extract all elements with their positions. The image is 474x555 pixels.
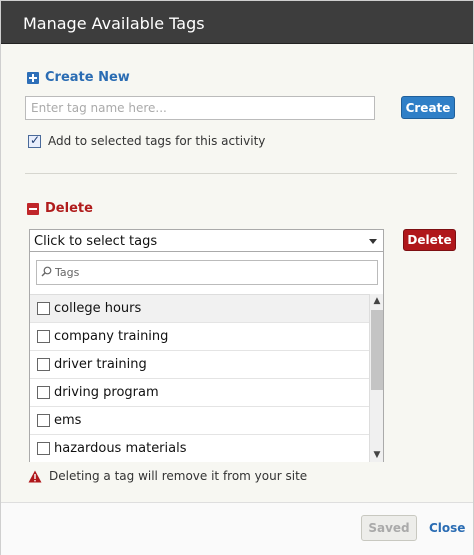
create-button[interactable]: Create [401, 96, 455, 119]
tag-dropdown-panel: college hours company training driver tr… [29, 251, 384, 462]
warning-icon [28, 470, 42, 482]
delete-warning: Deleting a tag will remove it from your … [28, 469, 307, 483]
saved-button[interactable]: Saved [361, 515, 417, 541]
delete-heading[interactable]: Delete [27, 201, 93, 216]
tag-checkbox[interactable] [37, 442, 50, 455]
tag-list-item[interactable]: driving program [30, 379, 369, 407]
tag-checkbox[interactable] [37, 302, 50, 315]
delete-label: Delete [45, 201, 93, 216]
tag-checkbox[interactable] [37, 330, 50, 343]
dialog-titlebar: Manage Available Tags [1, 1, 473, 44]
tag-checkbox[interactable] [37, 414, 50, 427]
tag-label: company training [54, 329, 169, 344]
manage-tags-dialog: Manage Available Tags Create New Create … [0, 0, 474, 555]
tag-label: ems [54, 413, 82, 428]
add-to-selected-checkbox[interactable] [28, 133, 41, 148]
tag-label: driving program [54, 385, 159, 400]
scroll-down-icon[interactable]: ▼ [370, 448, 384, 462]
dialog-title: Manage Available Tags [23, 14, 205, 33]
tag-list-scrollbar[interactable]: ▲ ▼ [369, 294, 383, 462]
plus-square-icon [27, 71, 39, 84]
tag-list-item[interactable]: college hours [30, 295, 369, 323]
section-divider [25, 173, 457, 174]
delete-button[interactable]: Delete [403, 229, 456, 251]
tag-list-item[interactable]: ems [30, 407, 369, 435]
tag-list-item[interactable]: driver training [30, 351, 369, 379]
tag-label: hazardous materials [54, 441, 187, 456]
tag-search-input[interactable] [55, 263, 373, 282]
tag-name-input[interactable] [25, 96, 375, 120]
create-new-label: Create New [45, 70, 130, 85]
tag-list: college hours company training driver tr… [30, 294, 369, 462]
tag-checkbox[interactable] [37, 386, 50, 399]
tag-select-label: Click to select tags [34, 234, 158, 249]
search-icon [41, 266, 52, 277]
scrollbar-thumb[interactable] [371, 310, 383, 390]
tag-select-dropdown[interactable]: Click to select tags [29, 229, 384, 252]
tag-label: driver training [54, 357, 147, 372]
chevron-down-icon [369, 239, 377, 244]
tag-checkbox[interactable] [37, 358, 50, 371]
create-new-heading[interactable]: Create New [27, 70, 130, 85]
warning-text: Deleting a tag will remove it from your … [49, 469, 308, 483]
minus-square-icon [27, 202, 39, 215]
tag-label: college hours [54, 301, 142, 316]
scroll-up-icon[interactable]: ▲ [370, 294, 384, 308]
tag-list-item[interactable]: hazardous materials [30, 435, 369, 462]
tag-list-item[interactable]: company training [30, 323, 369, 351]
close-link[interactable]: Close [429, 521, 465, 535]
tag-search-box[interactable] [36, 260, 378, 285]
add-to-selected-label: Add to selected tags for this activity [48, 134, 266, 148]
